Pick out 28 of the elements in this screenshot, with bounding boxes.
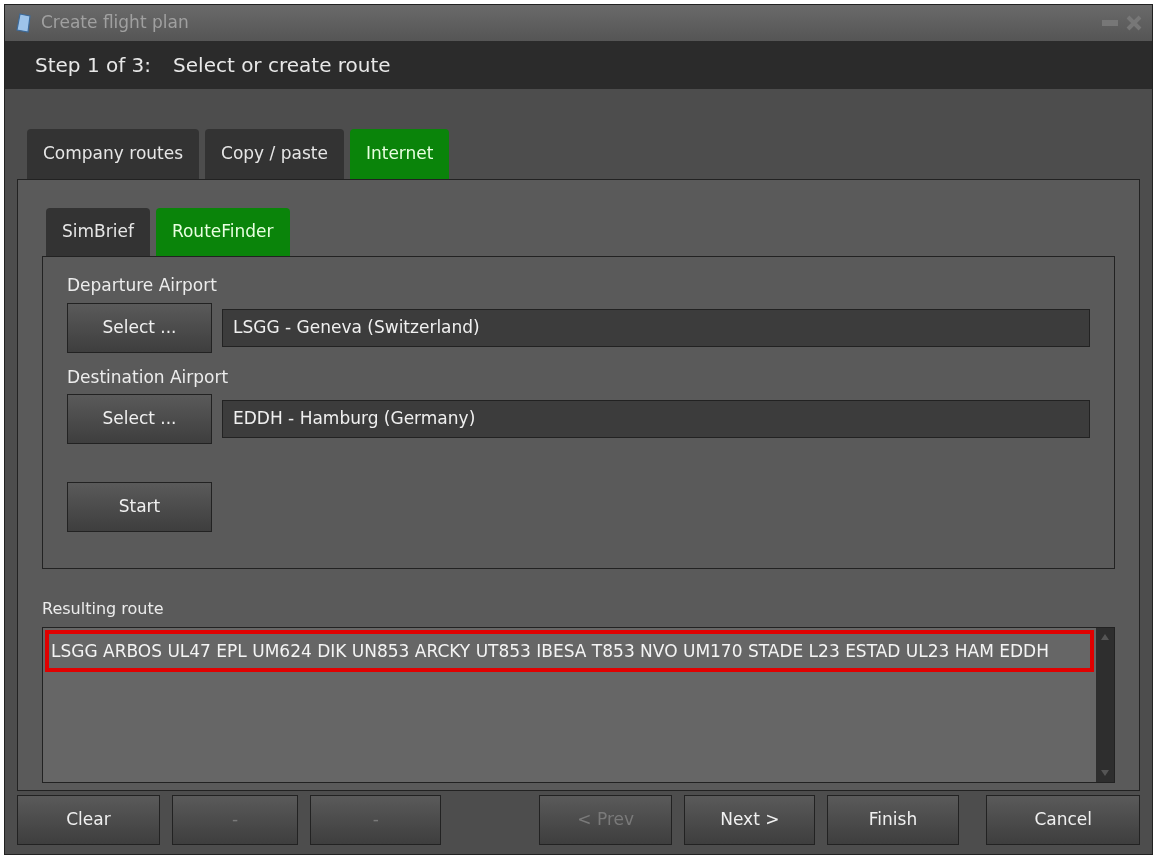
step-number: Step 1 of 3: [35,52,152,79]
close-icon[interactable] [1126,15,1142,31]
tab[interactable]: RouteFinder [155,208,290,256]
footer-button[interactable]: Clear [17,795,160,845]
footer-button[interactable]: Cancel [986,795,1140,845]
tab[interactable]: SimBrief [46,208,150,256]
tab[interactable]: Copy / paste [205,129,344,179]
phone-icon [15,13,33,33]
select-button[interactable]: Select ... [67,394,212,444]
window-title: Create flight plan [41,11,189,35]
airport-field[interactable]: EDDH - Hamburg (Germany) [222,400,1090,438]
field-label: Destination Airport [67,365,230,389]
result-label: Resulting route [42,598,165,620]
step-title: Select or create route [173,52,391,79]
scroll-up-icon[interactable] [1101,634,1109,640]
tab[interactable]: Company routes [27,129,200,179]
tab[interactable]: Internet [349,129,450,179]
minimize-icon[interactable] [1102,20,1118,26]
start-button[interactable]: Start [67,482,212,532]
select-button[interactable]: Select ... [67,302,212,353]
route-text: LSGG ARBOS UL47 EPL UM624 DIK UN853 ARCKY UT853 IBESA T853 NVO UM170 STADE L23 ESTAD UL23 HAM EDDH [51,641,1049,661]
scroll-down-icon[interactable] [1101,770,1109,776]
footer-button[interactable]: Finish [827,795,959,845]
footer-button[interactable]: Next > [684,795,816,845]
airport-field[interactable]: LSGG - Geneva (Switzerland) [222,308,1090,347]
field-label: Departure Airport [67,274,218,297]
scrollbar[interactable] [1096,628,1114,782]
route-text-area[interactable]: LSGG ARBOS UL47 EPL UM624 DIK UN853 ARCKY UT853 IBESA T853 NVO UM170 STADE L23 ESTAD UL23 HAM EDDH [42,627,1115,783]
